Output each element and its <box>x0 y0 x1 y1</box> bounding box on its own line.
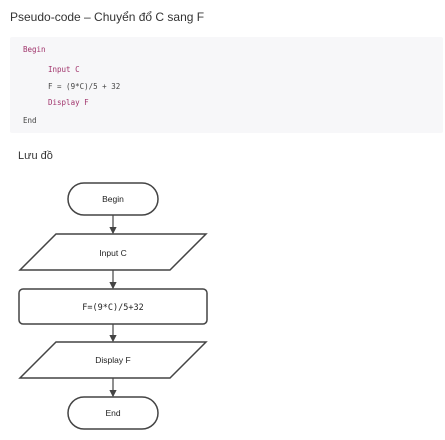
input-label: Input C <box>99 248 126 258</box>
process-label: F=(9*C)/5+32 <box>82 303 143 313</box>
end-node: End <box>67 396 159 430</box>
output-node: Display F <box>18 341 208 379</box>
begin-node: Begin <box>67 182 159 216</box>
begin-label: Begin <box>102 194 124 204</box>
output-label: Display F <box>95 355 130 365</box>
input-node: Input C <box>18 233 208 271</box>
end-label: End <box>105 408 120 418</box>
process-node: F=(9*C)/5+32 <box>18 288 208 325</box>
flowchart: Begin Input C F=(9*C)/5+32 Display F End <box>18 182 208 430</box>
